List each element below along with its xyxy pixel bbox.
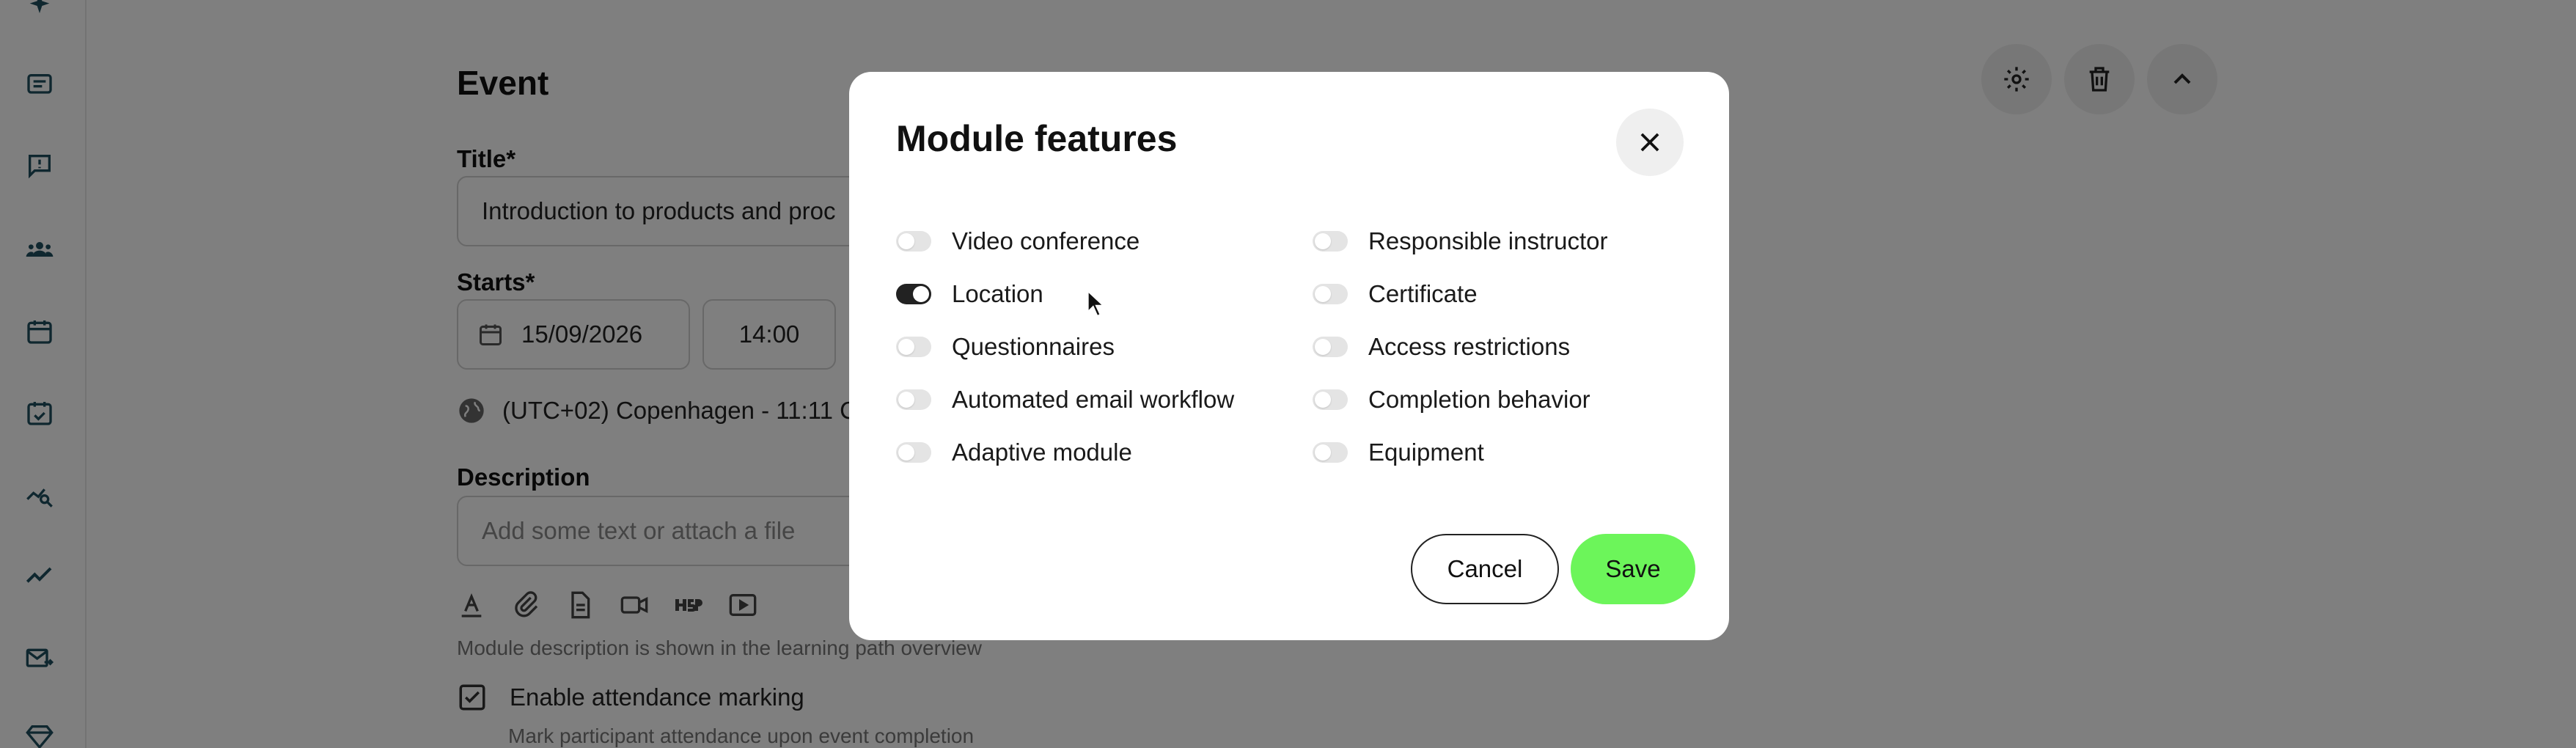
feature-label: Adaptive module xyxy=(952,439,1132,466)
feature-automated-email-workflow[interactable]: Automated email workflow xyxy=(896,386,1234,414)
feature-location[interactable]: Location xyxy=(896,280,1043,308)
toggle-switch[interactable] xyxy=(896,284,931,304)
close-icon xyxy=(1640,133,1659,152)
feature-adaptive-module[interactable]: Adaptive module xyxy=(896,439,1132,466)
toggle-switch[interactable] xyxy=(896,231,931,252)
cancel-button[interactable]: Cancel xyxy=(1411,534,1559,604)
module-features-dialog: Module features Video conference Locatio… xyxy=(849,72,1729,640)
feature-label: Responsible instructor xyxy=(1368,227,1608,254)
toggle-switch[interactable] xyxy=(1313,442,1348,463)
close-button[interactable] xyxy=(1616,109,1684,176)
dialog-title: Module features xyxy=(896,118,1178,159)
feature-label: Automated email workflow xyxy=(952,386,1235,413)
toggle-switch[interactable] xyxy=(1313,231,1348,252)
feature-questionnaires[interactable]: Questionnaires xyxy=(896,333,1115,361)
toggle-switch[interactable] xyxy=(1313,337,1348,357)
feature-video-conference[interactable]: Video conference xyxy=(896,227,1140,255)
toggle-switch[interactable] xyxy=(896,442,931,463)
feature-access-restrictions[interactable]: Access restrictions xyxy=(1313,333,1570,361)
feature-label: Questionnaires xyxy=(952,333,1115,360)
feature-label: Equipment xyxy=(1368,439,1484,466)
toggle-switch[interactable] xyxy=(896,389,931,410)
feature-label: Access restrictions xyxy=(1368,333,1571,360)
mouse-cursor-icon xyxy=(1087,289,1106,318)
feature-label: Video conference xyxy=(952,227,1140,254)
save-button[interactable]: Save xyxy=(1571,534,1695,604)
toggle-switch[interactable] xyxy=(1313,389,1348,410)
feature-label: Certificate xyxy=(1368,280,1478,307)
feature-label: Location xyxy=(952,280,1043,307)
feature-completion-behavior[interactable]: Completion behavior xyxy=(1313,386,1590,414)
toggle-switch[interactable] xyxy=(1313,284,1348,304)
feature-certificate[interactable]: Certificate xyxy=(1313,280,1478,308)
feature-label: Completion behavior xyxy=(1368,386,1590,413)
feature-responsible-instructor[interactable]: Responsible instructor xyxy=(1313,227,1608,255)
feature-equipment[interactable]: Equipment xyxy=(1313,439,1484,466)
toggle-switch[interactable] xyxy=(896,337,931,357)
